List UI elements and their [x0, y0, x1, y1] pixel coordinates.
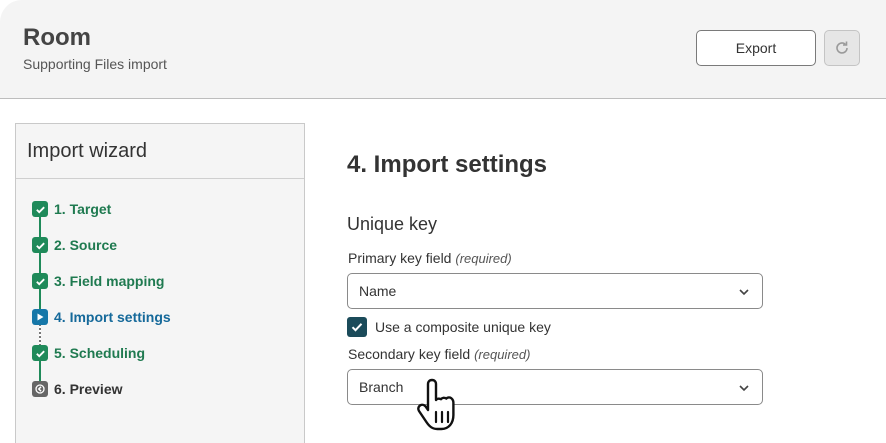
composite-key-checkbox[interactable] [347, 317, 367, 337]
secondary-key-select[interactable]: Branch [347, 369, 763, 405]
composite-key-option[interactable]: Use a composite unique key [347, 317, 551, 337]
export-button[interactable]: Export [696, 30, 816, 66]
refresh-icon [836, 41, 848, 54]
wizard-title: Import wizard [16, 124, 304, 179]
secondary-key-label: Secondary key field (required) [348, 346, 530, 362]
wizard-step-label: 2. Source [54, 237, 118, 253]
wizard-step-scheduling[interactable]: 5. Scheduling [16, 335, 304, 371]
chevron-down-icon [739, 289, 749, 296]
section-title: 4. Import settings [347, 151, 548, 178]
wizard-step-source[interactable]: 2. Source [16, 227, 304, 263]
wizard-step-import-settings[interactable]: 4. Import settings [16, 299, 304, 335]
wizard-step-label: 5. Scheduling [54, 345, 146, 361]
wizard-step-label: 1. Target [54, 201, 112, 217]
wizard-steps: 1. Target 2. Source 3. Field mapping 4. … [16, 179, 304, 407]
wizard-step-label: 6. Preview [54, 381, 123, 397]
check-icon [32, 273, 48, 289]
check-icon [32, 237, 48, 253]
primary-key-label-text: Primary key field [348, 250, 452, 266]
wizard-step-target[interactable]: 1. Target [16, 191, 304, 227]
chevron-left-icon [32, 381, 48, 397]
secondary-key-value: Branch [359, 379, 404, 395]
page-title: Room [23, 24, 91, 51]
wizard-step-label: 4. Import settings [54, 309, 171, 325]
import-wizard-panel: Import wizard 1. Target 2. Source 3. Fie… [15, 123, 305, 443]
hand-pointer-icon [417, 378, 455, 431]
play-icon [32, 309, 48, 325]
secondary-key-label-text: Secondary key field [348, 346, 471, 362]
required-hint: (required) [474, 347, 531, 362]
wizard-step-preview[interactable]: 6. Preview [16, 371, 304, 407]
wizard-step-field-mapping[interactable]: 3. Field mapping [16, 263, 304, 299]
primary-key-select[interactable]: Name [347, 273, 763, 309]
primary-key-value: Name [359, 283, 397, 299]
check-icon [351, 323, 363, 332]
wizard-step-label: 3. Field mapping [54, 273, 165, 289]
check-icon [32, 345, 48, 361]
refresh-button[interactable] [824, 30, 860, 66]
chevron-down-icon [739, 385, 749, 392]
app-header: Room Supporting Files import Export [0, 0, 886, 99]
unique-key-heading: Unique key [347, 214, 438, 234]
composite-key-label: Use a composite unique key [375, 319, 551, 335]
page-subtitle: Supporting Files import [23, 56, 167, 72]
check-icon [32, 201, 48, 217]
primary-key-label: Primary key field (required) [348, 250, 512, 266]
required-hint: (required) [455, 251, 512, 266]
